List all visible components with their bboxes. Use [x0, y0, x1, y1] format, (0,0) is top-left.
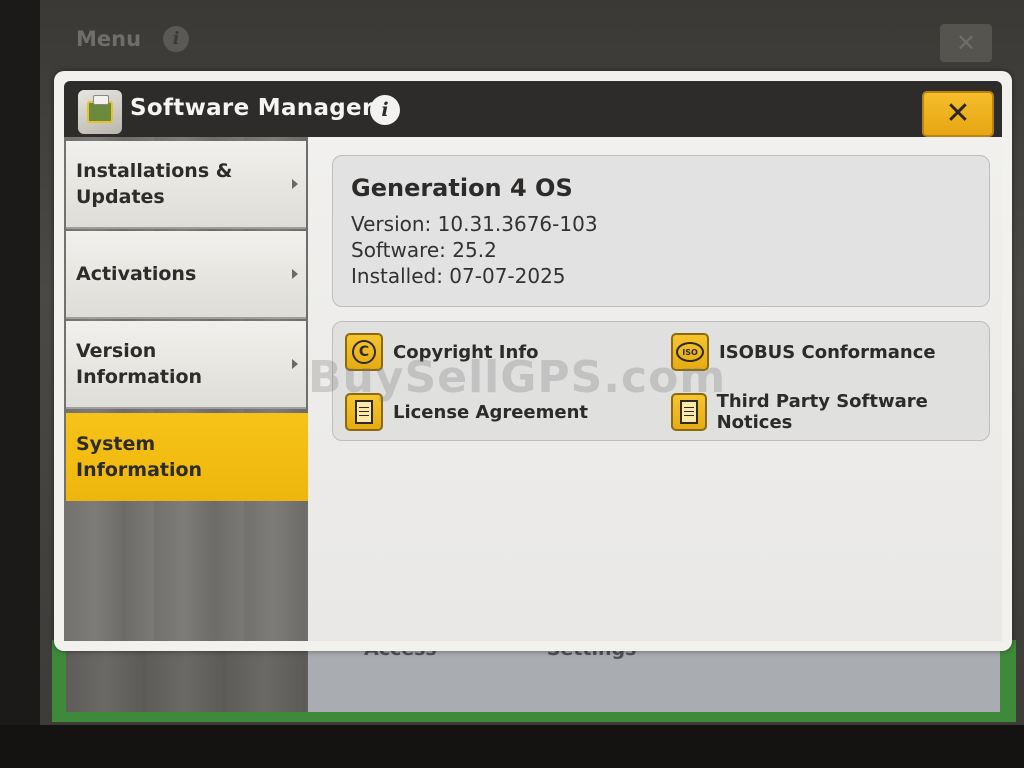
os-version: Version: 10.31.3676-103	[351, 212, 598, 236]
sidebar-item-label: Version Information	[76, 340, 203, 388]
sidebar-item-installations-updates[interactable]: Installations & Updates	[66, 141, 306, 229]
background-header: Menu i	[76, 22, 190, 56]
sidebar-item-activations[interactable]: Activations	[66, 231, 306, 319]
links-card: C Copyright Info ISO ISOBUS Conformance …	[332, 321, 990, 441]
background-menu-label: Menu	[76, 27, 142, 51]
sidebar-item-label: Installations & Updates	[76, 160, 233, 208]
chevron-right-icon	[292, 359, 298, 369]
close-icon: ✕	[945, 96, 971, 131]
background-close-icon: ✕	[940, 24, 992, 62]
info-icon[interactable]: i	[370, 95, 400, 125]
background-info-icon: i	[163, 26, 190, 52]
link-label: License Agreement	[393, 401, 589, 423]
display-bezel	[0, 725, 1024, 768]
dialog-title: Software Manager	[130, 95, 374, 121]
os-title: Generation 4 OS	[351, 174, 573, 202]
sidebar-item-version-information[interactable]: Version Information	[66, 321, 306, 409]
sidebar-item-label: Activations	[76, 263, 197, 285]
third-party-notices-button[interactable]: Third Party Software Notices	[671, 391, 989, 433]
os-software: Software: 25.2	[351, 238, 497, 262]
document-icon	[345, 393, 383, 431]
background-bottom-left	[66, 650, 308, 712]
isobus-conformance-button[interactable]: ISO ISOBUS Conformance	[671, 332, 936, 372]
sidebar-item-system-information[interactable]: System Information	[66, 413, 322, 501]
document-icon	[671, 393, 707, 431]
software-manager-icon	[78, 90, 122, 134]
os-info-card: Generation 4 OS Version: 10.31.3676-103 …	[332, 155, 990, 307]
close-button[interactable]: ✕	[922, 91, 994, 137]
link-label: Copyright Info	[393, 341, 539, 363]
copyright-info-button[interactable]: C Copyright Info	[345, 332, 539, 372]
license-agreement-button[interactable]: License Agreement	[345, 392, 588, 432]
link-label: Third Party Software Notices	[716, 391, 928, 433]
software-manager-dialog: Software Manager i ✕ Installations & Upd…	[54, 71, 1012, 651]
chevron-right-icon	[292, 179, 298, 189]
sidebar: Installations & Updates Activations Vers…	[64, 137, 322, 641]
iso-icon: ISO	[671, 333, 709, 371]
link-label: ISOBUS Conformance	[719, 341, 936, 363]
chevron-right-icon	[292, 269, 298, 279]
copyright-icon: C	[345, 333, 383, 371]
os-installed-date: Installed: 07-07-2025	[351, 264, 566, 288]
system-information-panel: Generation 4 OS Version: 10.31.3676-103 …	[308, 137, 1002, 641]
sidebar-item-label: System Information	[76, 433, 203, 481]
